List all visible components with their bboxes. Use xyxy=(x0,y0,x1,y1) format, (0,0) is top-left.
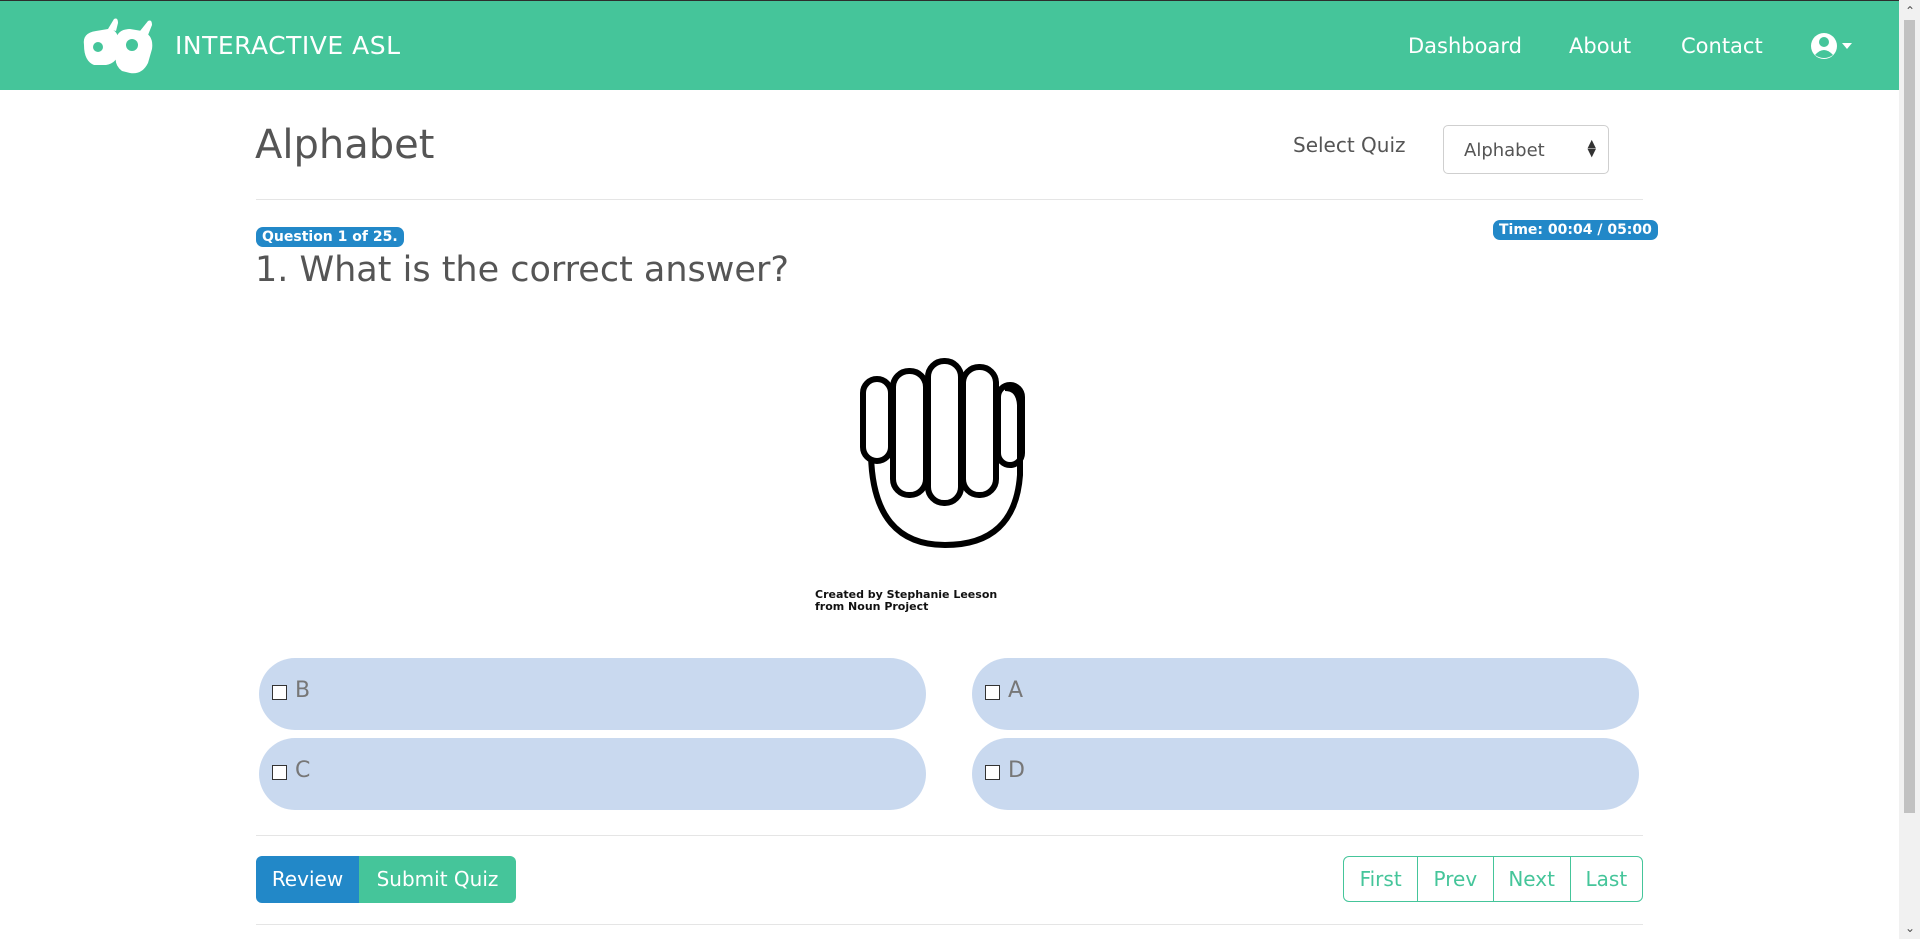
select-arrows-icon: ▲ ▼ xyxy=(1587,137,1596,159)
select-quiz-label: Select Quiz xyxy=(1293,133,1406,157)
answer-label: A xyxy=(1008,678,1024,703)
pager-prev-button[interactable]: Prev xyxy=(1418,857,1494,901)
nav-link-contact[interactable]: Contact xyxy=(1681,34,1763,58)
user-menu-icon[interactable] xyxy=(1810,30,1856,62)
question-text: 1. What is the correct answer? xyxy=(255,250,789,290)
divider xyxy=(256,199,1643,200)
quiz-select[interactable]: Alphabet ▲ ▼ xyxy=(1443,125,1609,174)
scroll-up-arrow-icon[interactable]: ⌃ xyxy=(1902,3,1918,19)
pager-next-button[interactable]: Next xyxy=(1494,857,1571,901)
answer-option-c[interactable]: C xyxy=(259,738,926,810)
nav-link-about[interactable]: About xyxy=(1569,34,1631,58)
submit-quiz-button[interactable]: Submit Quiz xyxy=(359,856,516,903)
answer-checkbox[interactable] xyxy=(272,685,287,700)
image-credit: Created by Stephanie Leeson from Noun Pr… xyxy=(815,589,997,613)
answer-option-b[interactable]: B xyxy=(259,658,926,730)
scrollbar-thumb[interactable] xyxy=(1904,20,1915,813)
question-badge: Question 1 of 25. xyxy=(256,227,404,247)
brand-name[interactable]: INTERACTIVE ASL xyxy=(175,31,401,60)
answer-checkbox[interactable] xyxy=(985,685,1000,700)
nav-link-dashboard[interactable]: Dashboard xyxy=(1408,34,1522,58)
divider xyxy=(256,835,1643,836)
scroll-down-arrow-icon[interactable]: ⌄ xyxy=(1902,920,1918,936)
answer-label: D xyxy=(1008,758,1025,783)
page-title: Alphabet xyxy=(255,122,435,168)
quiz-select-value: Alphabet xyxy=(1464,140,1545,161)
review-button[interactable]: Review xyxy=(256,856,359,903)
credit-line-2: from Noun Project xyxy=(815,600,929,613)
answer-checkbox[interactable] xyxy=(272,765,287,780)
answer-label: C xyxy=(295,758,311,783)
answer-option-a[interactable]: A xyxy=(972,658,1639,730)
timer-badge: Time: 00:04 / 05:00 xyxy=(1493,220,1658,240)
pagination: First Prev Next Last xyxy=(1343,856,1643,902)
fist-hand-icon xyxy=(860,358,1025,548)
pager-first-button[interactable]: First xyxy=(1344,857,1419,901)
answer-checkbox[interactable] xyxy=(985,765,1000,780)
hands-logo-icon[interactable] xyxy=(78,15,158,79)
navbar: INTERACTIVE ASL Dashboard About Contact xyxy=(0,1,1899,90)
answer-label: B xyxy=(295,678,311,703)
divider xyxy=(256,924,1643,925)
answer-option-d[interactable]: D xyxy=(972,738,1639,810)
pager-last-button[interactable]: Last xyxy=(1571,857,1642,901)
